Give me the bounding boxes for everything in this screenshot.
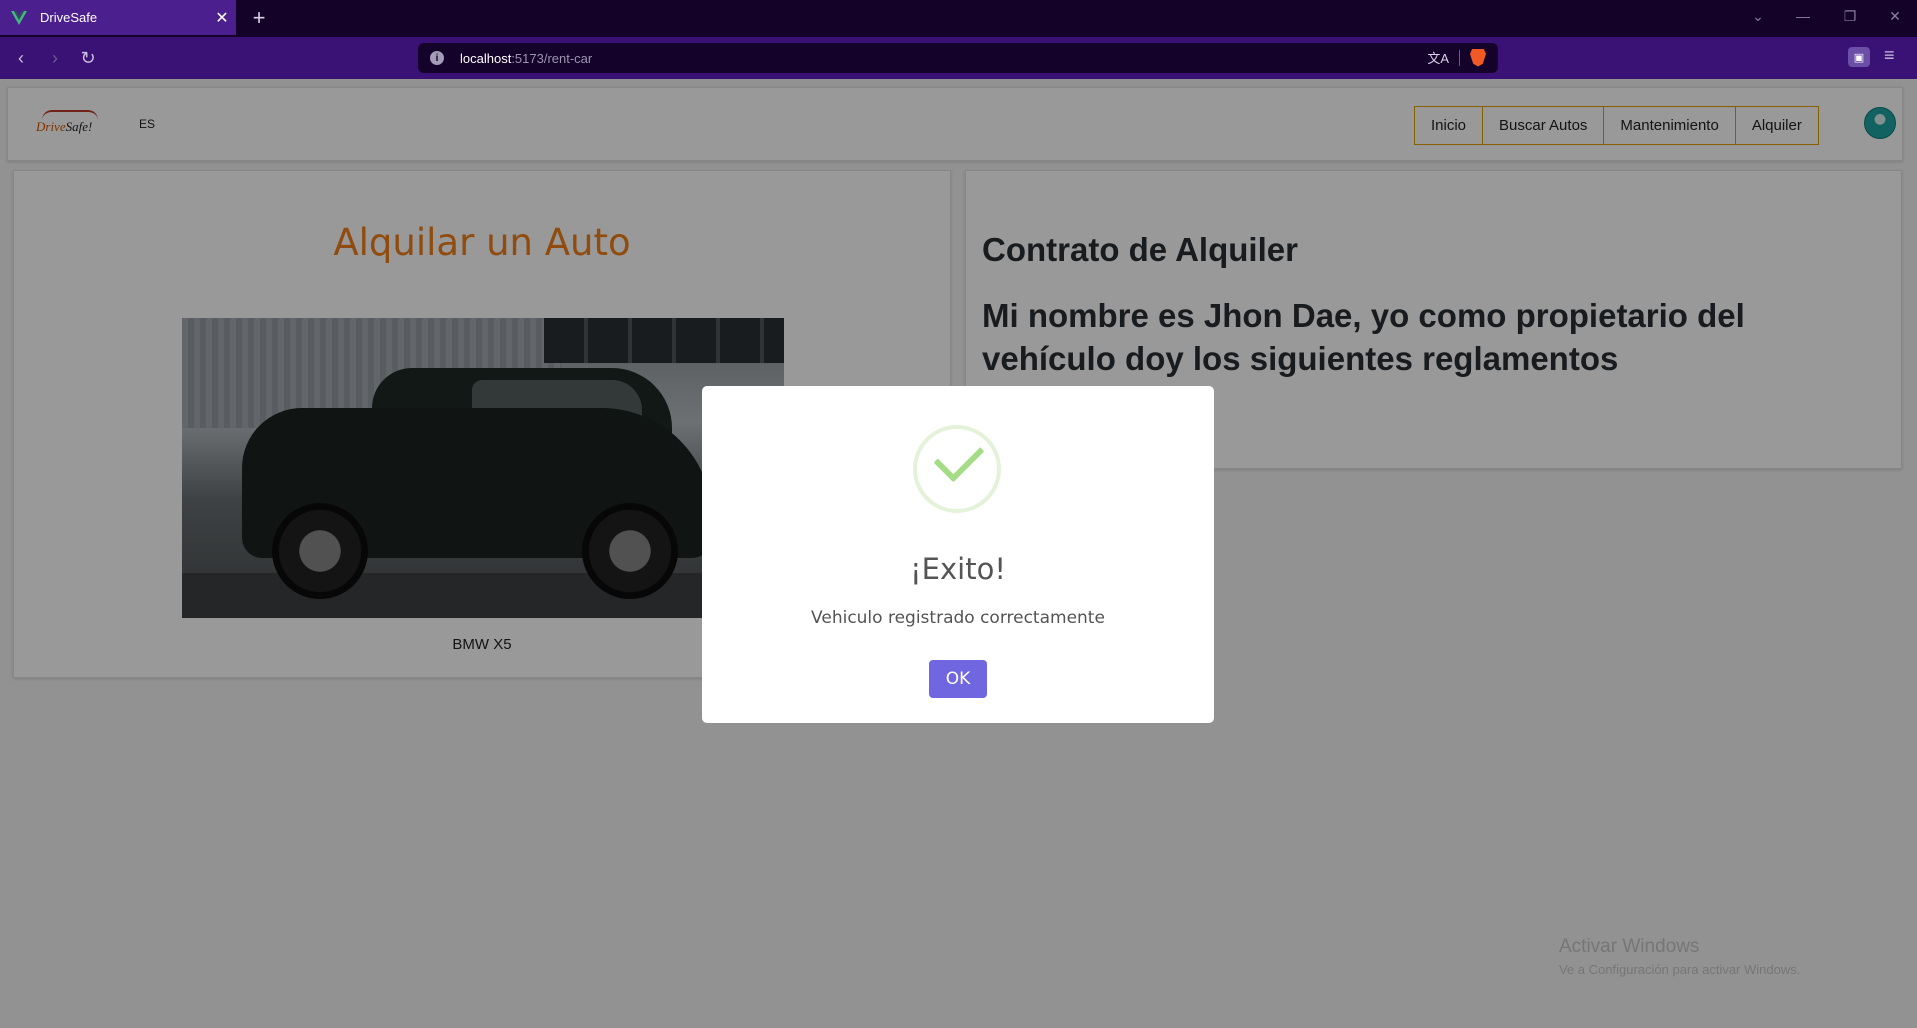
restore-icon[interactable]: ❐ — [1840, 8, 1860, 25]
ok-button[interactable]: OK — [929, 660, 987, 698]
dialog-title: ¡Exito! — [910, 552, 1006, 586]
url-path: :5173/rent-car — [511, 50, 593, 66]
new-tab-button[interactable]: + — [248, 5, 270, 31]
browser-tab[interactable]: DriveSafe ✕ — [0, 0, 236, 35]
url-divider — [1459, 49, 1460, 66]
browser-toolbar: ‹ › ↻ i localhost :5173/rent-car 文A ▣ ≡ — [0, 37, 1917, 79]
brave-shield-icon[interactable] — [1470, 48, 1486, 67]
translate-icon[interactable]: 文A — [1427, 48, 1449, 67]
forward-icon[interactable]: › — [43, 46, 67, 70]
wallet-icon[interactable]: ▣ — [1848, 47, 1870, 67]
success-dialog: ¡Exito! Vehiculo registrado correctament… — [702, 386, 1214, 723]
back-icon[interactable]: ‹ — [9, 46, 33, 70]
url-host: localhost — [460, 50, 512, 66]
tab-close-icon[interactable]: ✕ — [208, 8, 236, 28]
site-info-icon[interactable]: i — [430, 51, 444, 65]
tab-list-chevron-icon[interactable]: ⌄ — [1748, 8, 1768, 25]
success-check-icon — [913, 425, 1001, 513]
address-bar[interactable]: i localhost :5173/rent-car 文A — [418, 43, 1498, 73]
close-window-icon[interactable]: ✕ — [1885, 8, 1905, 25]
minimize-icon[interactable]: — — [1793, 8, 1813, 24]
dialog-message: Vehiculo registrado correctamente — [811, 608, 1105, 628]
browser-menu-icon[interactable]: ≡ — [1884, 45, 1895, 66]
tab-title: DriveSafe — [40, 10, 98, 25]
reload-icon[interactable]: ↻ — [76, 46, 100, 70]
vue-logo-icon — [10, 9, 28, 27]
browser-tab-strip: DriveSafe ✕ + ⌄ — ❐ ✕ — [0, 0, 1917, 37]
